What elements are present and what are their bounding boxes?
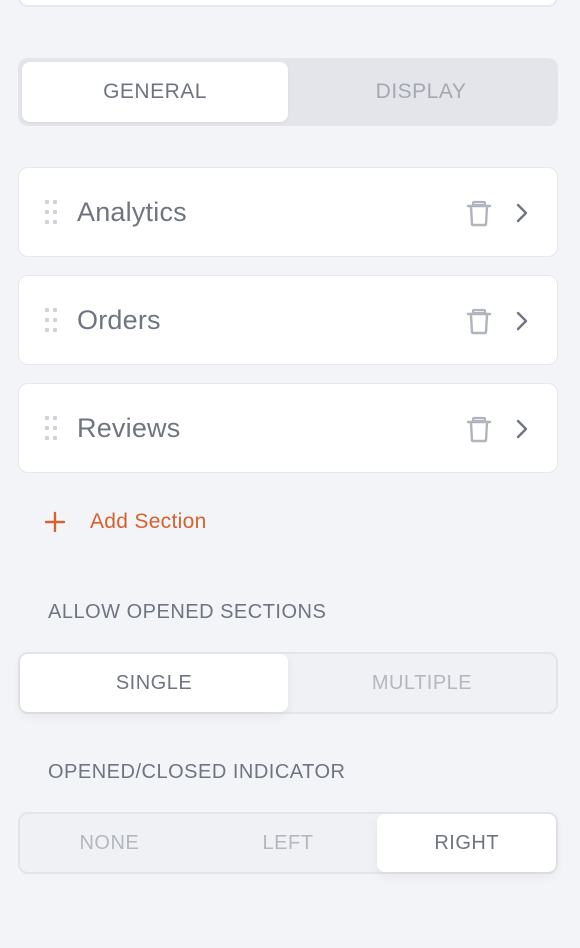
trash-icon[interactable] [464, 414, 494, 444]
indicator-toggle: NONE LEFT RIGHT [18, 812, 558, 874]
option-none[interactable]: NONE [20, 814, 199, 872]
plus-icon [44, 511, 66, 533]
section-label: Orders [77, 304, 161, 335]
trash-icon[interactable] [464, 306, 494, 336]
option-left[interactable]: LEFT [199, 814, 378, 872]
previous-card [18, 0, 558, 7]
add-section-label: Add Section [90, 510, 207, 533]
chevron-right-icon[interactable] [513, 308, 533, 334]
trash-icon[interactable] [464, 198, 494, 228]
main-tabs: GENERAL DISPLAY [18, 58, 558, 126]
option-right[interactable]: RIGHT [377, 814, 557, 872]
chevron-right-icon[interactable] [513, 416, 533, 442]
section-item-orders[interactable]: Orders [18, 275, 558, 365]
drag-handle-icon[interactable] [45, 200, 57, 224]
allow-opened-sections-toggle: SINGLE MULTIPLE [18, 652, 558, 714]
tab-display[interactable]: DISPLAY [288, 62, 554, 122]
option-multiple[interactable]: MULTIPLE [288, 654, 556, 712]
add-section-button[interactable]: Add Section [40, 505, 207, 539]
drag-handle-icon[interactable] [45, 308, 57, 332]
section-label: Reviews [77, 412, 181, 443]
section-label: Analytics [77, 196, 187, 227]
section-item-analytics[interactable]: Analytics [18, 167, 558, 257]
section-item-reviews[interactable]: Reviews [18, 383, 558, 473]
drag-handle-icon[interactable] [45, 416, 57, 440]
allow-opened-sections-label: ALLOW OPENED SECTIONS [48, 601, 327, 623]
chevron-right-icon[interactable] [513, 200, 533, 226]
option-single[interactable]: SINGLE [20, 654, 288, 712]
tab-general[interactable]: GENERAL [22, 62, 288, 122]
opened-closed-indicator-label: OPENED/CLOSED INDICATOR [48, 761, 346, 783]
